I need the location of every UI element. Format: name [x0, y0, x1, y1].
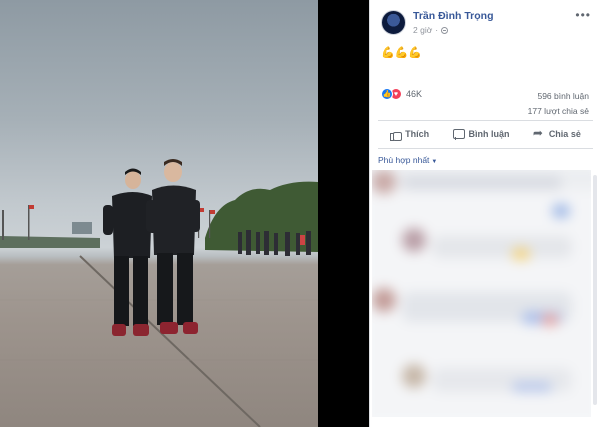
comment-button[interactable]: Bình luận [453, 129, 510, 140]
comment-sort-dropdown[interactable]: Phù hợp nhất ▼ [378, 155, 437, 165]
reaction-count: 46K [406, 89, 423, 99]
avatar[interactable] [381, 10, 406, 35]
like-button[interactable]: Thích [390, 129, 430, 141]
share-icon [533, 126, 545, 140]
comment-icon [453, 129, 466, 140]
photo-backdrop [318, 0, 369, 427]
more-options-button[interactable]: ••• [575, 8, 591, 22]
comments-list-blurred [372, 170, 591, 417]
thumbs-up-icon [390, 129, 403, 141]
share-label: Chia sẻ [548, 129, 581, 139]
post-photo[interactable] [0, 0, 318, 427]
comments-scrollbar[interactable] [593, 175, 597, 405]
caret-down-icon: ▼ [431, 159, 438, 165]
engagement-counts: 596 bình luận 177 lượt chia sẻ [528, 89, 589, 119]
author-name[interactable]: Trần Đình Trọng [413, 10, 494, 22]
divider [378, 120, 593, 121]
comment-label: Bình luận [468, 129, 510, 139]
globe-icon[interactable] [441, 26, 449, 34]
post-header: Trần Đình Trọng 2 giờ · ••• [370, 0, 600, 40]
post-panel: Trần Đình Trọng 2 giờ · ••• 💪💪💪 👍 ♥ 46K … [369, 0, 600, 427]
post-meta: 2 giờ · [413, 25, 449, 35]
like-label: Thích [405, 129, 430, 139]
action-bar: Thích Bình luận Chia sẻ [378, 124, 593, 144]
reactions-summary[interactable]: 👍 ♥ 46K [381, 88, 422, 100]
divider [378, 148, 593, 149]
comment-count[interactable]: 596 bình luận [528, 89, 589, 104]
sort-label: Phù hợp nhất [378, 155, 430, 165]
photo-scene [0, 159, 318, 427]
post-text: 💪💪💪 [381, 47, 423, 59]
share-button[interactable]: Chia sẻ [533, 126, 581, 140]
post-time[interactable]: 2 giờ [413, 25, 432, 35]
like-reaction-icon: 👍 [381, 88, 393, 100]
share-count[interactable]: 177 lượt chia sẻ [528, 104, 589, 119]
